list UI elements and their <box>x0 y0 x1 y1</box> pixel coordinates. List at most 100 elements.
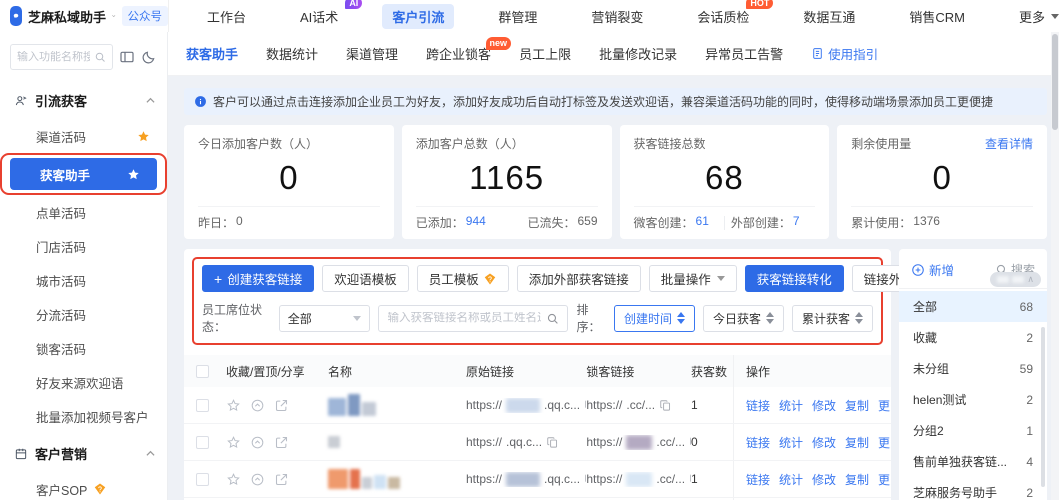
chevron-up-icon[interactable] <box>146 449 155 458</box>
action-4-link[interactable]: 复制 <box>845 397 869 414</box>
toolbar-button-2[interactable]: 欢迎语模板 <box>322 265 409 292</box>
pin-top-icon[interactable] <box>250 398 265 413</box>
action-3-link[interactable]: 修改 <box>812 471 836 488</box>
nav-item-6[interactable]: 会话质检HOT <box>687 4 759 29</box>
page-scrollbar[interactable] <box>1051 32 1059 500</box>
sidebar-search-input[interactable] <box>10 44 113 70</box>
group-name: 分组2 <box>913 422 944 439</box>
action-1-link[interactable]: 链接 <box>746 397 770 414</box>
row-checkbox[interactable] <box>196 399 209 412</box>
star-icon[interactable] <box>136 129 151 144</box>
group-item-7[interactable]: 芝麻服务号助手2 <box>899 477 1047 500</box>
row-checkbox[interactable] <box>196 436 209 449</box>
floating-collapse-pill[interactable]: ∧ <box>990 272 1041 287</box>
sorter-2[interactable]: 今日获客 <box>703 305 784 332</box>
action-4-link[interactable]: 复制 <box>845 434 869 451</box>
select-all-checkbox[interactable] <box>196 365 209 378</box>
action-1-link[interactable]: 链接 <box>746 471 770 488</box>
sidebar-item[interactable]: 批量添加视频号客户 <box>0 399 167 433</box>
sidebar-item[interactable]: 城市活码 <box>0 263 167 297</box>
action-2-link[interactable]: 统计 <box>779 397 803 414</box>
sidebar-item[interactable]: 渠道活码 <box>0 119 167 153</box>
group-item-5[interactable]: 分组21 <box>899 415 1047 446</box>
add-group-button[interactable]: 新增 <box>911 260 954 279</box>
sidebar-item[interactable]: 好友来源欢迎语 <box>0 365 167 399</box>
nav-item-7[interactable]: 数据互通 <box>793 4 865 29</box>
favorite-star-icon[interactable] <box>226 472 241 487</box>
group-item-6[interactable]: 售前单独获客链...4 <box>899 446 1047 477</box>
panel-toggle-icon[interactable] <box>119 49 135 65</box>
group-item-1[interactable]: 全部68 <box>899 291 1047 322</box>
chevron-up-icon[interactable] <box>146 96 155 105</box>
nav-item-2[interactable]: AI话术AI <box>290 4 348 29</box>
tab-2[interactable]: 数据统计 <box>266 44 318 63</box>
link-search-box[interactable] <box>378 305 568 332</box>
sorter-1[interactable]: 创建时间 <box>614 305 695 332</box>
toolbar-button-3[interactable]: 员工模板 <box>417 265 509 292</box>
nav-item-5[interactable]: 营销裂变 <box>581 4 653 29</box>
share-link-icon[interactable] <box>274 435 289 450</box>
action-5-link[interactable]: 更多 <box>878 397 891 414</box>
nav-item-1[interactable]: 工作台 <box>197 4 256 29</box>
action-1-link[interactable]: 链接 <box>746 434 770 451</box>
action-2-link[interactable]: 统计 <box>779 434 803 451</box>
moon-icon[interactable] <box>141 49 157 65</box>
favorite-star-icon[interactable] <box>226 398 241 413</box>
group-item-3[interactable]: 未分组59 <box>899 353 1047 384</box>
copy-icon[interactable] <box>659 399 672 412</box>
toolbar-button-6[interactable]: 获客链接转化 <box>745 265 844 292</box>
copy-icon[interactable] <box>546 436 559 449</box>
pin-top-icon[interactable] <box>250 435 265 450</box>
search-icon[interactable] <box>94 51 106 63</box>
usage-guide-link[interactable]: 使用指引 <box>811 44 878 63</box>
page-scrollbar-thumb[interactable] <box>1052 34 1058 130</box>
sidebar-section-title: 客户营销 <box>35 444 87 463</box>
sorter-3[interactable]: 累计获客 <box>792 305 873 332</box>
star-icon[interactable] <box>126 167 141 182</box>
group-item-2[interactable]: 收藏2 <box>899 322 1047 353</box>
chevron-down-icon[interactable] <box>112 12 115 20</box>
tab-1[interactable]: 获客助手 <box>186 44 238 63</box>
sidebar-item[interactable]: 锁客活码 <box>0 331 167 365</box>
tab-3[interactable]: 渠道管理 <box>346 44 398 63</box>
nav-item-3[interactable]: 客户引流 <box>382 4 454 29</box>
sidebar-item[interactable]: 客户SOP <box>0 472 167 500</box>
tab-7[interactable]: 异常员工告警 <box>705 44 783 63</box>
sidebar-search-field[interactable] <box>17 51 90 63</box>
toolbar-button-5[interactable]: 批量操作 <box>649 265 737 292</box>
action-5-link[interactable]: 更多 <box>878 471 891 488</box>
stat-footer-item: 累计使用：1376 <box>851 214 1033 231</box>
toolbar-button-4[interactable]: 添加外部获客链接 <box>517 265 641 292</box>
sidebar-item[interactable]: 点单活码 <box>0 195 167 229</box>
group-list-scrollbar[interactable] <box>1041 327 1045 487</box>
action-2-link[interactable]: 统计 <box>779 471 803 488</box>
nav-item-9[interactable]: 更多 <box>1009 4 1059 29</box>
pin-top-icon[interactable] <box>250 472 265 487</box>
link-search-input[interactable] <box>387 312 541 324</box>
tab-4[interactable]: 跨企业锁客new <box>426 44 491 63</box>
view-details-link[interactable]: 查看详情 <box>985 135 1033 152</box>
group-item-4[interactable]: helen测试2 <box>899 384 1047 415</box>
tab-label: 获客助手 <box>186 47 238 62</box>
nav-item-8[interactable]: 销售CRM <box>899 4 975 29</box>
favorite-star-icon[interactable] <box>226 435 241 450</box>
action-4-link[interactable]: 复制 <box>845 471 869 488</box>
tab-6[interactable]: 批量修改记录 <box>599 44 677 63</box>
action-3-link[interactable]: 修改 <box>812 434 836 451</box>
seat-status-select[interactable]: 全部 <box>279 305 371 332</box>
share-link-icon[interactable] <box>274 472 289 487</box>
sidebar-item-huoke-zhushou[interactable]: 获客助手 <box>10 158 157 190</box>
sidebar-section-1[interactable]: 引流获客 <box>0 80 167 119</box>
action-5-link[interactable]: 更多 <box>878 434 891 451</box>
search-icon[interactable] <box>546 312 559 325</box>
toolbar-button-1[interactable]: +创建获客链接 <box>202 265 314 292</box>
sidebar-item[interactable]: 门店活码 <box>0 229 167 263</box>
nav-item-4[interactable]: 群管理 <box>488 4 547 29</box>
share-link-icon[interactable] <box>274 398 289 413</box>
account-type-tag[interactable]: 公众号 <box>122 6 169 26</box>
row-checkbox[interactable] <box>196 473 209 486</box>
action-3-link[interactable]: 修改 <box>812 397 836 414</box>
sidebar-item[interactable]: 分流活码 <box>0 297 167 331</box>
tab-5[interactable]: 员工上限 <box>519 44 571 63</box>
sidebar-section-2[interactable]: 客户营销 <box>0 433 167 472</box>
